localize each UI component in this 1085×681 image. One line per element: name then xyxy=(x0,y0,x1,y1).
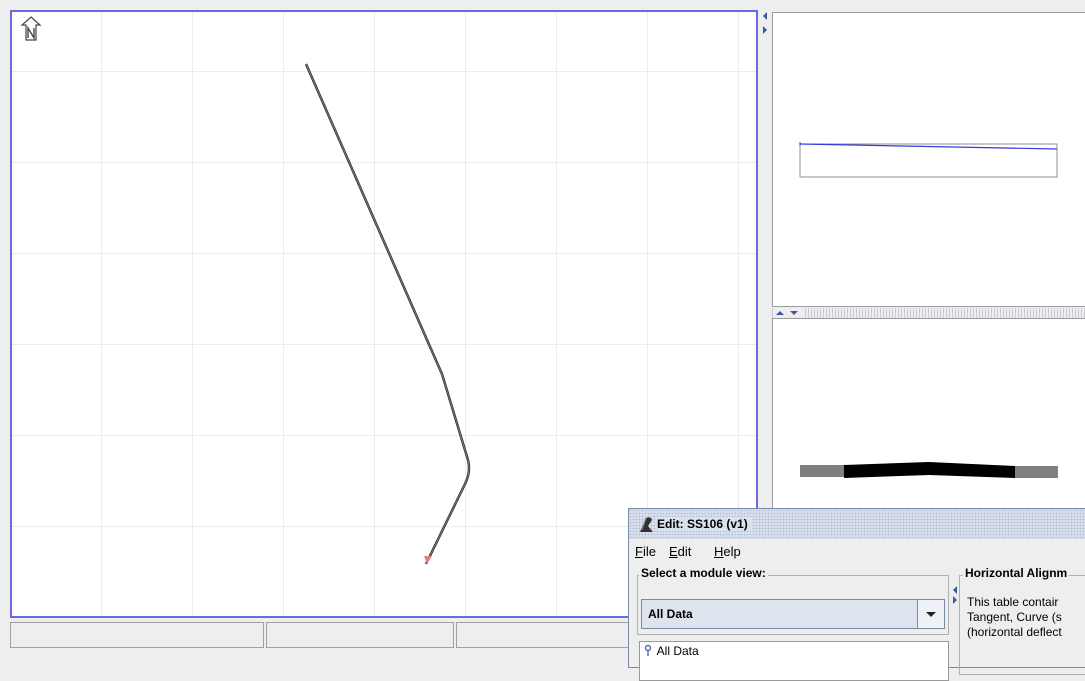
alignment-path xyxy=(304,63,471,565)
menu-edit-label: dit xyxy=(677,544,692,559)
section-view[interactable] xyxy=(772,318,1085,518)
edit-window[interactable]: Edit: SS106 (v1) File Edit Help Select a… xyxy=(628,508,1085,681)
travel-lanes xyxy=(844,462,1015,478)
menu-help-label: elp xyxy=(723,544,741,559)
edit-window-title: Edit: SS106 (v1) xyxy=(657,517,752,531)
chevron-down-icon xyxy=(926,612,936,617)
menu-file-mnemonic: F xyxy=(635,544,643,559)
menu-edit-mnemonic: E xyxy=(669,544,678,559)
module-view-select[interactable]: All Data xyxy=(641,599,945,629)
panel-text-line: Tangent, Curve (s xyxy=(967,610,1062,624)
app-logo-icon xyxy=(640,517,653,532)
north-arrow-icon xyxy=(20,16,42,41)
horizontal-alignment-title: Horizontal Alignm xyxy=(963,566,1070,580)
menu-file-label: ile xyxy=(642,544,656,559)
panel-text-line: This table contair xyxy=(967,595,1059,609)
module-view-label: Select a module view: xyxy=(639,566,768,580)
module-tree[interactable]: All Data xyxy=(639,641,949,681)
menu-edit[interactable]: Edit xyxy=(669,544,691,559)
alignment-path-highlight xyxy=(305,63,470,565)
tree-item-label: All Data xyxy=(656,644,699,658)
panel-text-line: (horizontal deflect xyxy=(967,625,1062,639)
section-svg xyxy=(800,462,1058,478)
profile-view[interactable] xyxy=(772,12,1085,307)
status-cell-1 xyxy=(10,622,264,648)
status-cell-3 xyxy=(456,622,630,648)
tree-node-icon xyxy=(644,644,652,656)
horizontal-splitter[interactable] xyxy=(772,308,1085,318)
vertical-splitter[interactable] xyxy=(760,10,770,530)
splitter-arrows-icon[interactable] xyxy=(760,10,770,40)
status-cell-2 xyxy=(266,622,454,648)
menu-help[interactable]: Help xyxy=(714,544,741,559)
menu-file[interactable]: File xyxy=(635,544,656,559)
profile-svg xyxy=(799,142,1058,178)
splitter-collapse-icon[interactable] xyxy=(774,308,804,318)
left-shoulder xyxy=(800,465,844,477)
profile-box xyxy=(799,143,1058,178)
module-view-value: All Data xyxy=(648,607,693,621)
panel-splitter-arrows-icon[interactable] xyxy=(951,585,959,605)
dropdown-button[interactable] xyxy=(917,600,944,628)
tree-item-all-data[interactable]: All Data xyxy=(644,644,699,658)
edit-window-titlebar[interactable]: Edit: SS106 (v1) xyxy=(629,509,1085,539)
right-shoulder xyxy=(1015,466,1058,478)
menu-bar: File Edit Help xyxy=(629,541,1085,563)
menu-help-mnemonic: H xyxy=(714,544,724,559)
